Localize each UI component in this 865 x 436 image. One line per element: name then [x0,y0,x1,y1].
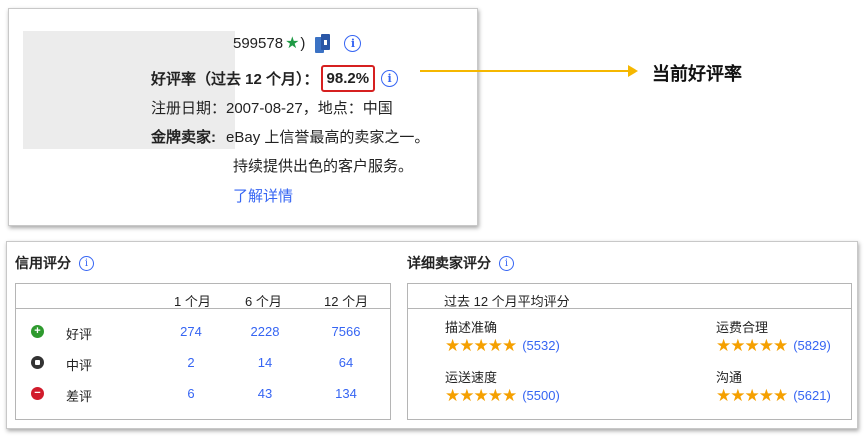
detail-item-count[interactable]: (5532) [522,338,560,353]
registration-info: 注册日期：2007-08-27，地点：中国 [151,100,393,117]
table-row-positive: + 好评 274 2228 7566 [16,322,390,342]
detail-item-count[interactable]: (5500) [522,388,560,403]
positive-rate-row: 好评率（过去 12 个月）： 98.2% i [151,65,399,92]
detail-item-name: 运费合理 [716,320,769,335]
detail-item-shipping-cost: 运费合理 ★★★★★ (5829) [716,317,831,354]
value-link[interactable]: 134 [316,386,376,401]
value-link[interactable]: 6 [161,386,221,401]
star-rating-icon: ★★★★★ [716,386,788,405]
score-paren: ) [300,34,306,52]
detail-item-description: 描述准确 ★★★★★ (5532) [445,317,560,354]
table-row-negative: − 差评 6 43 134 [16,384,390,404]
seller-card: 599578 ★ ) i 好评率（过去 12 个月）： 98.2% i 注册日期… [8,8,478,226]
value-link[interactable]: 7566 [316,324,376,339]
row-label: 好评 [66,327,93,342]
detail-item-count[interactable]: (5829) [793,338,831,353]
plus-circle-icon: + [31,325,44,338]
value-link[interactable]: 2228 [235,324,295,339]
detail-item-name: 描述准确 [445,320,498,335]
annotation-arrow [420,70,632,72]
credit-info-icon[interactable]: i [79,255,94,271]
feedback-panel: 信用评分 i 详细卖家评分 i 1 个月 6 个月 12 个月 + 好评 274… [6,241,858,429]
table-divider [16,308,390,309]
star-rating-icon: ★★★★★ [445,386,517,405]
row-label: 差评 [66,389,93,404]
row-label: 中评 [66,358,93,373]
annotation-arrow-head [628,65,638,77]
neutral-circle-icon [31,356,44,369]
learn-more-link[interactable]: 了解详情 [233,185,293,206]
value-link[interactable]: 2 [161,355,221,370]
feedback-score-row: 599578 ★ ) i [233,33,362,53]
feedback-score: 599578 [233,34,284,52]
star-rating-icon: ★★★★★ [445,336,517,355]
credit-rating-table: 1 个月 6 个月 12 个月 + 好评 274 2228 7566 中评 2 … [15,283,391,420]
positive-rate-value: 98.2% [320,65,376,92]
top-rated-badge-icon [315,33,331,53]
gold-seller-label: 金牌卖家: [151,129,216,146]
value-link[interactable]: 14 [235,355,295,370]
value-link[interactable]: 274 [161,324,221,339]
gold-seller-desc-1: eBay 上信誉最高的卖家之一。 [226,129,430,146]
info-icon[interactable]: i [344,34,362,52]
detail-divider [408,308,851,309]
detail-rating-box: 过去 12 个月平均评分 描述准确 ★★★★★ (5532) 运费合理 ★★★★★… [407,283,852,420]
table-row-neutral: 中评 2 14 64 [16,353,390,373]
detail-title-row: 详细卖家评分 i [407,253,514,273]
detail-item-count[interactable]: (5621) [793,388,831,403]
detail-item-name: 沟通 [716,370,743,385]
minus-circle-icon: − [31,387,44,400]
detail-title: 详细卖家评分 [407,255,491,271]
value-link[interactable]: 43 [235,386,295,401]
detail-item-shipping-speed: 运送速度 ★★★★★ (5500) [445,367,560,404]
gold-seller-row: 金牌卖家: eBay 上信誉最高的卖家之一。 [151,126,429,147]
detail-item-name: 运送速度 [445,370,498,385]
positive-rate-label: 好评率（过去 12 个月）： [151,71,319,88]
annotation-callout: 当前好评率 [652,64,742,84]
credit-title-row: 信用评分 i [15,253,94,273]
star-icon: ★ [285,35,300,52]
value-link[interactable]: 64 [316,355,376,370]
star-rating-icon: ★★★★★ [716,336,788,355]
detail-item-communication: 沟通 ★★★★★ (5621) [716,367,831,404]
detail-info-icon[interactable]: i [499,255,514,271]
gold-seller-desc-2: 持续提供出色的客户服务。 [233,158,414,175]
positive-rate-info-icon[interactable]: i [381,70,399,87]
credit-title: 信用评分 [15,255,71,271]
